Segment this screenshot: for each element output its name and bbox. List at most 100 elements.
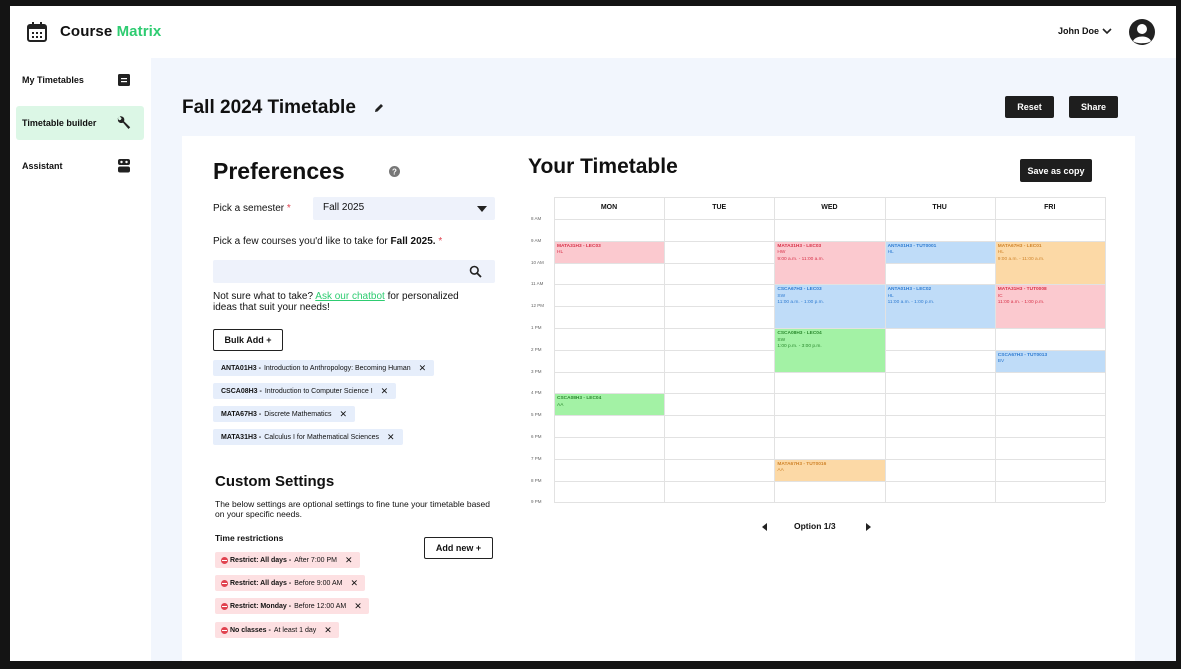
sidebar-item-label: My Timetables [22,75,84,85]
add-new-button[interactable]: Add new + [424,537,493,559]
close-icon[interactable]: ✕ [354,601,362,612]
timetable-event[interactable]: CSCA67H3 - LEC03 SW 11:00 a.m. - 1:00 p.m. [775,285,885,328]
close-icon[interactable]: ✕ [387,432,395,443]
ask-chatbot-link[interactable]: Ask our chatbot [315,291,384,302]
timetable-event[interactable]: CSCA08H3 - LEC04 SW 1:00 p.m. - 3:00 p.m. [775,329,885,372]
triangle-left-icon[interactable] [762,523,767,531]
time-label: 6 PM [531,434,542,439]
time-label: 12 PM [531,303,545,309]
grid-row-line [554,219,1105,220]
close-icon[interactable]: ✕ [340,409,348,420]
user-name[interactable]: John Doe [1058,26,1099,36]
timetable-event[interactable]: MATA31H3 - TUT0008 IC 11:00 a.m. - 1:00 p.… [995,285,1105,328]
grid-row-line [554,197,1105,198]
restriction-chip: Restrict: Monday - Before 12:00 AM ✕ [215,598,369,614]
timetable-event[interactable]: MATA67H3 - LEC01 HL 9:00 a.m. - 11:00 a.m. [995,241,1105,285]
time-label: 2 PM [531,346,542,352]
timetable-event[interactable]: MATA67H3 - TUT0016 AA [775,459,885,481]
time-label: 1 PM [531,325,542,330]
semester-select-value: Fall 2025 [323,202,365,213]
restriction-chip: Restrict: All days - Before 9:00 AM ✕ [215,575,366,591]
grid-column-line [1105,197,1106,502]
svg-text:?: ? [392,167,397,176]
triangle-right-icon[interactable] [866,523,871,531]
day-header: WED [821,204,838,211]
close-icon[interactable]: ✕ [381,386,389,397]
minus-circle-icon [221,579,228,587]
pencil-icon[interactable] [373,102,385,114]
time-label: 4 PM [531,390,542,396]
timetable-event[interactable]: CSCA67H3 - TUT0013 BV [995,350,1105,372]
chatbot-hint: Not sure what to take? Ask our chatbot f… [213,291,459,313]
event-room: AA [557,402,564,408]
event-room: HL [557,250,564,256]
calendar-icon [27,22,47,42]
grid-row-line [554,437,1105,438]
time-label: 9 PM [531,499,542,505]
timetable-event[interactable]: MATA31H3 - LEC03 HL [555,241,665,263]
time-label: 10 AM [531,259,544,265]
chevron-down-icon[interactable] [1102,27,1112,35]
builder-card: Preferences ? Pick a semester * Fall 202… [182,136,1135,661]
avatar[interactable] [1128,18,1156,46]
timetable-event[interactable]: MATA31H3 - LEC03 HW 9:00 a.m. - 11:00 a.m. [775,241,885,285]
time-restrictions-label: Time restrictions [215,533,284,543]
day-header: MON [600,204,618,211]
timetable-event[interactable]: ANTA01H3 - LEC02 HL 11:00 a.m. - 1:00 p.m. [885,285,995,328]
courses-prompt: Pick a few courses you'd like to take fo… [213,236,443,247]
sidebar-item-my-timetables[interactable]: My Timetables [16,63,144,97]
course-chip: MATA67H3 - Discrete Mathematics ✕ [213,406,356,422]
day-header: TUE [712,204,727,211]
custom-settings-description: The below settings are optional settings… [215,499,491,519]
sidebar-item-assistant[interactable]: Assistant [16,149,144,183]
sidebar-item-timetable-builder[interactable]: Timetable builder [16,106,144,140]
event-time: 11:00 a.m. - 1:00 p.m. [777,300,824,306]
time-label: 11 AM [531,281,544,287]
semester-select[interactable]: Fall 2025 [313,197,495,220]
event-room: BV [997,359,1005,365]
sidebar-item-label: Timetable builder [22,118,97,128]
close-icon[interactable]: ✕ [345,555,353,566]
semester-label: Pick a semester * [213,203,291,214]
sidebar-item-label: Assistant [22,161,63,171]
time-label: 7 PM [531,455,542,461]
wrench-icon [117,116,131,129]
share-button[interactable]: Share [1069,96,1118,118]
robot-icon [118,159,130,173]
event-room: AA [777,468,784,474]
time-label: 8 PM [531,477,542,483]
course-search-input[interactable] [213,260,495,283]
restriction-chip: No classes - At least 1 day ✕ [215,622,339,638]
timetable-event[interactable]: CSCA08H3 - LEC04 AA [555,394,665,416]
timetable-event[interactable]: ANTA01H3 - TUT0001 HL [885,241,995,263]
day-header: FRI [1044,204,1056,211]
page-title: Fall 2024 Timetable [182,97,356,118]
timetable-icon [118,74,130,86]
bulk-add-button[interactable]: Bulk Add + [213,329,283,351]
top-header: Course Matrix John Doe [10,6,1176,58]
app-window: Course Matrix John Doe My Timetables Tim… [10,6,1176,661]
minus-circle-icon [221,602,228,610]
preferences-title: Preferences [213,158,345,184]
logo-text-primary: Course [60,23,113,40]
close-icon[interactable]: ✕ [350,578,358,589]
event-time: 11:00 a.m. - 1:00 p.m. [887,300,935,306]
minus-circle-icon [221,626,228,634]
search-icon[interactable] [469,265,482,278]
course-chip: CSCA08H3 - Introduction to Computer Scien… [213,383,397,399]
save-as-copy-button[interactable]: Save as copy [1020,159,1092,182]
event-time: 9:00 a.m. - 11:00 a.m. [777,256,824,262]
option-label: Option 1/3 [794,521,836,531]
event-time: 1:00 p.m. - 3:00 p.m. [777,344,822,349]
event-time: 9:00 a.m. - 11:00 a.m. [997,256,1045,262]
close-icon[interactable]: ✕ [324,625,332,636]
help-icon[interactable]: ? [389,166,400,177]
caret-down-icon [477,206,487,212]
close-icon[interactable]: ✕ [419,363,427,374]
reset-button[interactable]: Reset [1005,96,1054,118]
course-chip: MATA31H3 - Calculus I for Mathematical Sc… [213,429,403,445]
event-room: HL [887,250,894,256]
app-logo[interactable]: Course Matrix [60,23,161,40]
grid-row-line [554,480,1105,482]
event-time: 11:00 a.m. - 1:00 p.m. [997,300,1045,306]
